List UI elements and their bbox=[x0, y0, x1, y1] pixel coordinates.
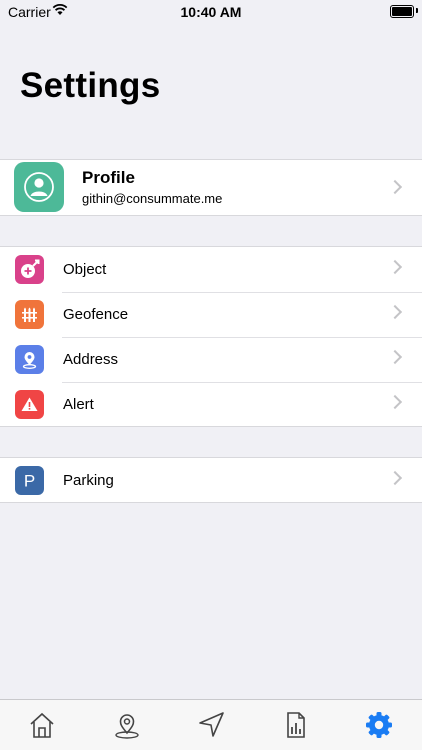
location-pin-icon bbox=[15, 345, 44, 374]
menu-item-address[interactable]: Address bbox=[0, 337, 422, 382]
tab-reports[interactable] bbox=[275, 710, 315, 746]
tab-settings[interactable] bbox=[359, 710, 399, 746]
extra-menu: P Parking bbox=[0, 457, 422, 503]
menu-item-alert[interactable]: Alert bbox=[0, 382, 422, 427]
navigation-arrow-icon bbox=[199, 712, 224, 737]
gear-icon bbox=[366, 712, 392, 738]
profile-row[interactable]: Profile githin@consummate.me bbox=[0, 159, 422, 216]
chevron-right-icon bbox=[387, 304, 403, 320]
tab-map[interactable] bbox=[107, 710, 147, 746]
chevron-right-icon bbox=[387, 349, 403, 365]
svg-text:P: P bbox=[24, 472, 35, 491]
chevron-right-icon bbox=[387, 259, 403, 275]
menu-item-object[interactable]: Object bbox=[0, 247, 422, 292]
status-bar: Carrier 10:40 AM bbox=[0, 0, 422, 22]
home-icon bbox=[30, 712, 54, 738]
menu-item-label: Parking bbox=[63, 472, 114, 489]
battery-icon bbox=[390, 5, 414, 18]
alert-triangle-icon bbox=[15, 390, 44, 419]
menu-item-label: Object bbox=[63, 261, 107, 278]
menu-item-label: Address bbox=[63, 351, 119, 368]
avatar bbox=[14, 162, 64, 212]
parking-icon: P bbox=[15, 466, 44, 495]
report-chart-icon bbox=[287, 712, 305, 738]
profile-email: githin@consummate.me bbox=[82, 191, 223, 206]
chevron-right-icon bbox=[387, 470, 403, 486]
fence-icon bbox=[15, 300, 44, 329]
chevron-right-icon bbox=[387, 179, 403, 195]
user-icon bbox=[24, 172, 54, 202]
profile-name: Profile bbox=[82, 168, 135, 187]
map-pin-icon bbox=[115, 714, 139, 739]
menu-item-label: Geofence bbox=[63, 306, 129, 323]
settings-menu: Object Geofence Address Alert bbox=[0, 246, 422, 427]
menu-item-geofence[interactable]: Geofence bbox=[0, 292, 422, 337]
menu-item-label: Alert bbox=[63, 396, 94, 413]
object-icon bbox=[15, 255, 44, 284]
tab-home[interactable] bbox=[22, 710, 62, 746]
status-time: 10:40 AM bbox=[180, 4, 242, 20]
chevron-right-icon bbox=[387, 394, 403, 410]
page-title: Settings bbox=[20, 66, 161, 105]
menu-item-parking[interactable]: P Parking bbox=[0, 458, 422, 503]
tab-bar bbox=[0, 699, 422, 750]
tab-navigate[interactable] bbox=[191, 710, 231, 746]
